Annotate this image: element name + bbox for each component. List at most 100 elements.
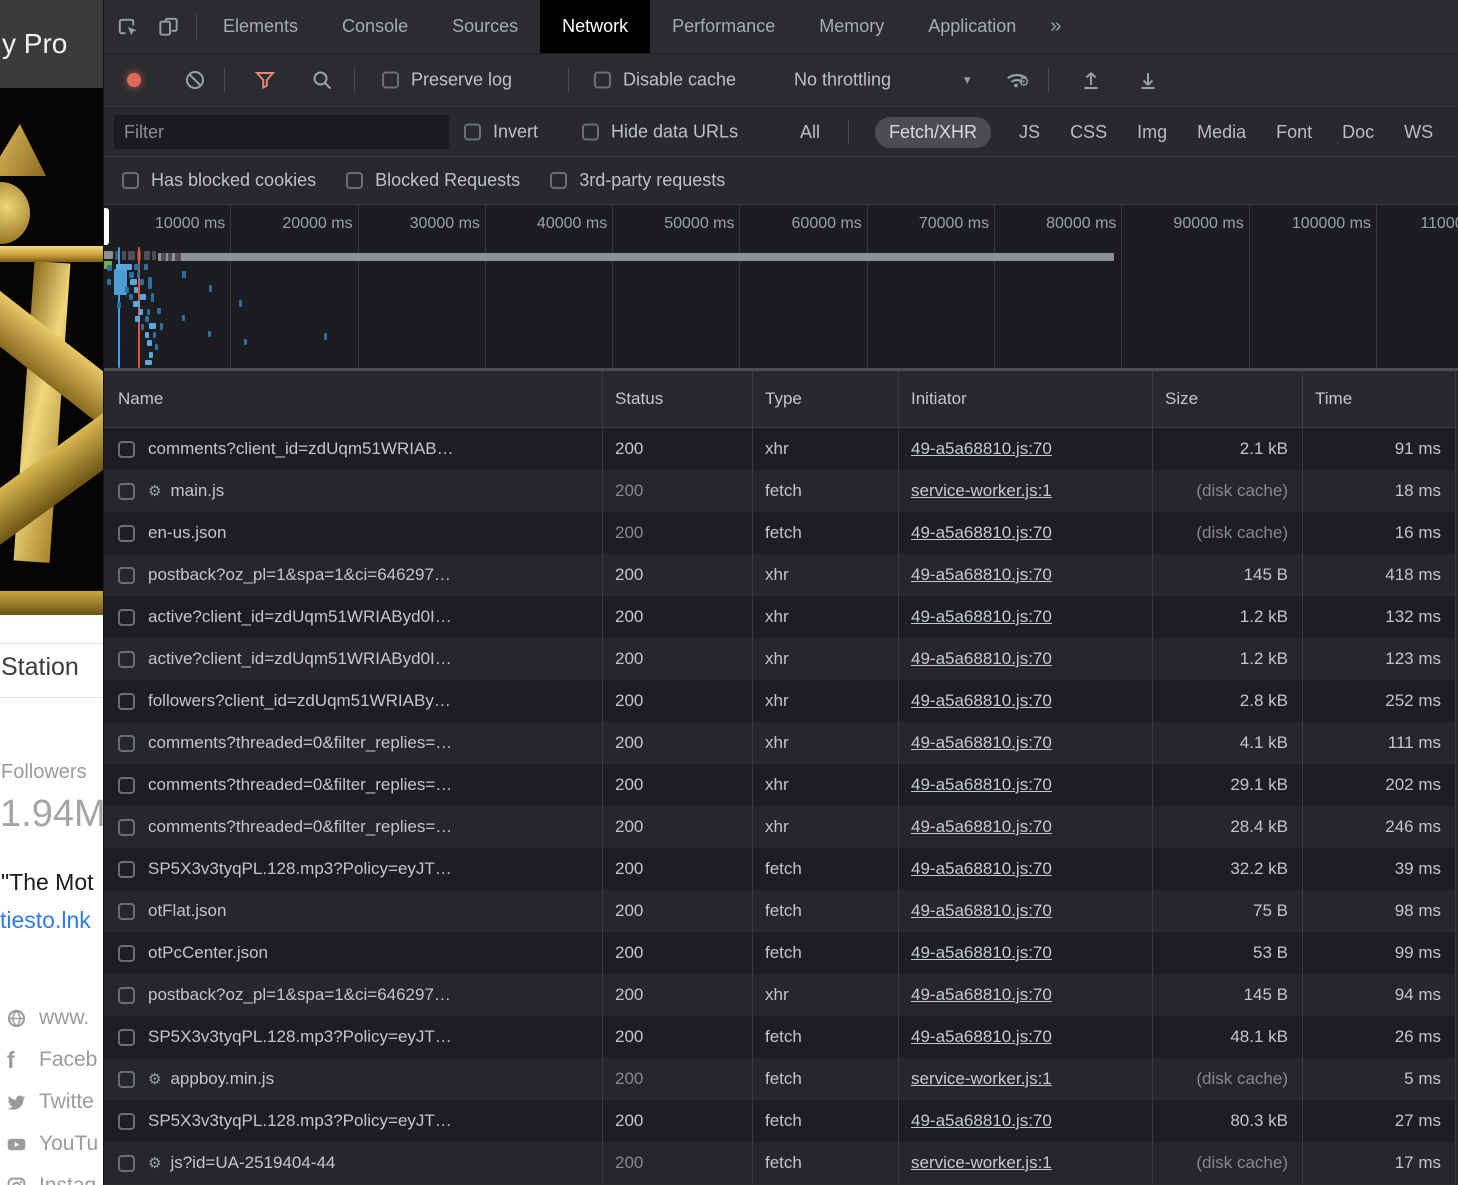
table-row[interactable]: ⚙ js?id=UA-2519404-44 200 fetch service-…: [104, 1142, 1458, 1184]
table-row[interactable]: ⚙ active?client_id=zdUqm51WRIAByd0I… 200…: [104, 596, 1458, 638]
row-checkbox[interactable]: [118, 903, 135, 920]
column-header-type[interactable]: Type: [753, 371, 899, 427]
initiator-link[interactable]: 49-a5a68810.js:70: [911, 1027, 1052, 1047]
invert-checkbox[interactable]: [464, 123, 481, 140]
initiator-link[interactable]: 49-a5a68810.js:70: [911, 817, 1052, 837]
row-checkbox[interactable]: [118, 1029, 135, 1046]
table-row[interactable]: ⚙ main.js 200 fetch service-worker.js:1 …: [104, 470, 1458, 512]
toggle-3rd-party-requests[interactable]: 3rd-party requests: [550, 170, 725, 191]
social-link-globe[interactable]: www.: [0, 997, 103, 1039]
station-label[interactable]: Station: [1, 653, 79, 682]
table-row[interactable]: ⚙ comments?threaded=0&filter_replies=… 2…: [104, 806, 1458, 848]
table-row[interactable]: ⚙ SP5X3v3tyqPL.128.mp3?Policy=eyJT… 200 …: [104, 1016, 1458, 1058]
filter-chip-doc[interactable]: Doc: [1340, 117, 1376, 148]
clear-button[interactable]: [184, 69, 206, 91]
initiator-link[interactable]: service-worker.js:1: [911, 481, 1052, 501]
initiator-link[interactable]: 49-a5a68810.js:70: [911, 733, 1052, 753]
throttling-select[interactable]: No throttling: [794, 70, 891, 91]
row-checkbox[interactable]: [118, 1071, 135, 1088]
network-overview[interactable]: 10000 ms20000 ms30000 ms40000 ms50000 ms…: [104, 205, 1458, 371]
filter-chip-font[interactable]: Font: [1274, 117, 1314, 148]
row-checkbox[interactable]: [118, 777, 135, 794]
toggle-has-blocked-cookies[interactable]: Has blocked cookies: [122, 170, 316, 191]
initiator-link[interactable]: 49-a5a68810.js:70: [911, 649, 1052, 669]
row-checkbox[interactable]: [118, 651, 135, 668]
table-row[interactable]: ⚙ postback?oz_pl=1&spa=1&ci=646297… 200 …: [104, 554, 1458, 596]
initiator-link[interactable]: 49-a5a68810.js:70: [911, 523, 1052, 543]
device-toolbar-icon[interactable]: [157, 15, 180, 38]
row-checkbox[interactable]: [118, 483, 135, 500]
table-row[interactable]: ⚙ en-us.json 200 fetch 49-a5a68810.js:70…: [104, 512, 1458, 554]
import-har-button[interactable]: [1080, 69, 1102, 91]
table-row[interactable]: ⚙ SP5X3v3tyqPL.128.mp3?Policy=eyJT… 200 …: [104, 1100, 1458, 1142]
request-name[interactable]: active?client_id=zdUqm51WRIAByd0I…: [148, 649, 452, 669]
tab-console[interactable]: Console: [320, 0, 430, 53]
request-name[interactable]: en-us.json: [148, 523, 226, 543]
initiator-link[interactable]: service-worker.js:1: [911, 1069, 1052, 1089]
preserve-log-toggle[interactable]: Preserve log: [382, 70, 512, 91]
filter-chip-css[interactable]: CSS: [1068, 117, 1109, 148]
row-checkbox[interactable]: [118, 945, 135, 962]
social-link-facebook[interactable]: f Faceb: [0, 1039, 103, 1081]
filter-chip-all[interactable]: All: [798, 117, 822, 148]
filter-input[interactable]: Filter: [114, 115, 449, 149]
column-header-name[interactable]: Name: [104, 371, 603, 427]
invert-toggle[interactable]: Invert: [464, 121, 538, 142]
initiator-link[interactable]: 49-a5a68810.js:70: [911, 859, 1052, 879]
table-row[interactable]: ⚙ comments?threaded=0&filter_replies=… 2…: [104, 764, 1458, 806]
inspect-element-icon[interactable]: [116, 15, 139, 38]
table-row[interactable]: ⚙ followers?client_id=zdUqm51WRIABy… 200…: [104, 680, 1458, 722]
tab-sources[interactable]: Sources: [430, 0, 540, 53]
tab-performance[interactable]: Performance: [650, 0, 797, 53]
bio-link[interactable]: tiesto.lnk: [0, 907, 91, 934]
column-header-initiator[interactable]: Initiator: [899, 371, 1153, 427]
table-row[interactable]: ⚙ appboy.min.js 200 fetch service-worker…: [104, 1058, 1458, 1100]
filter-chip-media[interactable]: Media: [1195, 117, 1248, 148]
column-header-size[interactable]: Size: [1153, 371, 1303, 427]
table-row[interactable]: ⚙ otFlat.json 200 fetch 49-a5a68810.js:7…: [104, 890, 1458, 932]
overview-handle[interactable]: [104, 208, 109, 245]
search-button[interactable]: [311, 69, 333, 91]
row-checkbox[interactable]: [118, 1155, 135, 1172]
row-checkbox[interactable]: [118, 693, 135, 710]
tab-memory[interactable]: Memory: [797, 0, 906, 53]
record-button[interactable]: [127, 73, 141, 87]
row-checkbox[interactable]: [118, 861, 135, 878]
request-name[interactable]: main.js: [170, 481, 224, 501]
hide-data-urls-toggle[interactable]: Hide data URLs: [582, 121, 738, 142]
preserve-log-checkbox[interactable]: [382, 72, 399, 89]
request-name[interactable]: SP5X3v3tyqPL.128.mp3?Policy=eyJT…: [148, 1111, 452, 1131]
throttling-caret[interactable]: ▾: [964, 72, 971, 88]
initiator-link[interactable]: 49-a5a68810.js:70: [911, 565, 1052, 585]
social-link-youtube[interactable]: YouTu: [0, 1123, 103, 1165]
filter-toggle-button[interactable]: [254, 69, 276, 91]
row-checkbox[interactable]: [118, 735, 135, 752]
request-name[interactable]: SP5X3v3tyqPL.128.mp3?Policy=eyJT…: [148, 859, 452, 879]
initiator-link[interactable]: service-worker.js:1: [911, 1153, 1052, 1173]
row-checkbox[interactable]: [118, 525, 135, 542]
request-name[interactable]: comments?threaded=0&filter_replies=…: [148, 817, 452, 837]
tab-network[interactable]: Network: [540, 0, 650, 53]
column-header-time[interactable]: Time: [1303, 371, 1456, 427]
initiator-link[interactable]: 49-a5a68810.js:70: [911, 775, 1052, 795]
request-name[interactable]: postback?oz_pl=1&spa=1&ci=646297…: [148, 565, 451, 585]
checkbox[interactable]: [550, 172, 567, 189]
tab-application[interactable]: Application: [906, 0, 1038, 53]
request-name[interactable]: appboy.min.js: [170, 1069, 274, 1089]
request-name[interactable]: js?id=UA-2519404-44: [170, 1153, 335, 1173]
checkbox[interactable]: [122, 172, 139, 189]
request-name[interactable]: SP5X3v3tyqPL.128.mp3?Policy=eyJT…: [148, 1027, 452, 1047]
request-name[interactable]: comments?client_id=zdUqm51WRIAB…: [148, 439, 454, 459]
checkbox[interactable]: [346, 172, 363, 189]
disable-cache-toggle[interactable]: Disable cache: [594, 70, 736, 91]
request-name[interactable]: otPcCenter.json: [148, 943, 268, 963]
more-tabs-button[interactable]: »: [1038, 0, 1073, 53]
row-checkbox[interactable]: [118, 441, 135, 458]
hide-data-urls-checkbox[interactable]: [582, 123, 599, 140]
request-name[interactable]: active?client_id=zdUqm51WRIAByd0I…: [148, 607, 452, 627]
row-checkbox[interactable]: [118, 819, 135, 836]
initiator-link[interactable]: 49-a5a68810.js:70: [911, 607, 1052, 627]
table-row[interactable]: ⚙ comments?threaded=0&filter_replies=… 2…: [104, 722, 1458, 764]
disable-cache-checkbox[interactable]: [594, 72, 611, 89]
column-header-status[interactable]: Status: [603, 371, 753, 427]
